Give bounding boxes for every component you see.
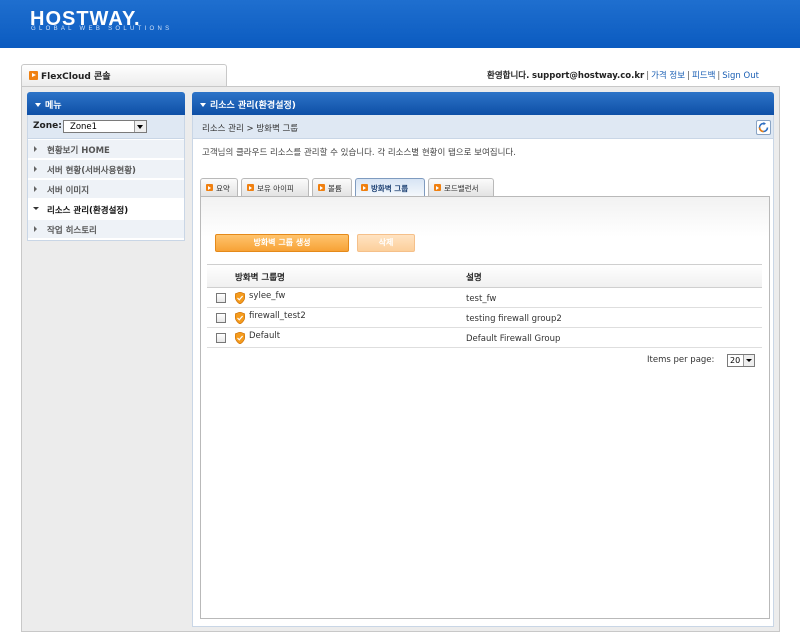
- row-checkbox[interactable]: [216, 313, 226, 323]
- tab-label: 방화벽 그룹: [371, 184, 409, 193]
- collapse-arrow-icon: [35, 103, 41, 107]
- zone-select-value: Zone1: [70, 122, 98, 132]
- feedback-link[interactable]: 피드백: [692, 71, 715, 81]
- arrow-down-icon: [33, 207, 39, 210]
- table-row[interactable]: sylee_fw test_fw: [207, 288, 762, 308]
- zone-label: Zone:: [33, 121, 62, 131]
- welcome-text: 환영합니다.: [487, 71, 530, 81]
- tab-content: 방화벽 그룹 생성 삭제 방화벽 그룹명 설명 sylee_fw test_fw…: [200, 196, 770, 619]
- firewall-group-description: test_fw: [466, 294, 497, 304]
- firewall-shield-icon: [235, 332, 245, 344]
- firewall-group-description: Default Firewall Group: [466, 334, 561, 344]
- refresh-icon: [758, 122, 769, 133]
- main-panel: 리소스 관리 > 방화벽 그룹 고객님의 클라우드 리소스를 관리할 수 있습니…: [192, 115, 774, 627]
- main-panel-title: 리소스 관리(환경설정): [210, 101, 296, 111]
- logo-tagline: GLOBAL WEB SOLUTIONS: [31, 26, 173, 32]
- arrow-right-icon: [34, 186, 37, 192]
- row-checkbox[interactable]: [216, 333, 226, 343]
- firewall-group-name: firewall_test2: [249, 311, 306, 321]
- tab-summary[interactable]: 요약: [200, 178, 238, 196]
- sidebar-item-label: 작업 히스토리: [47, 226, 97, 236]
- breadcrumb-text: 리소스 관리 > 방화벽 그룹: [202, 124, 299, 134]
- table-header: 방화벽 그룹명 설명: [207, 264, 762, 288]
- sidebar-item-server-status[interactable]: 서버 현황(서버사용현황): [28, 160, 184, 179]
- arrow-bullet-icon: [361, 184, 368, 191]
- dropdown-arrow-icon[interactable]: [134, 121, 146, 132]
- sidebar-title: 메뉴: [45, 101, 62, 111]
- firewall-shield-icon: [235, 312, 245, 324]
- tab-label: 볼륨: [328, 184, 342, 193]
- sidebar-item-server-image[interactable]: 서버 이미지: [28, 180, 184, 199]
- delete-button[interactable]: 삭제: [357, 234, 415, 252]
- top-header: HOSTWAY. GLOBAL WEB SOLUTIONS: [0, 0, 800, 48]
- sidebar-item-label: 리소스 관리(환경설정): [47, 206, 129, 216]
- sidebar-menu: Zone: Zone1 현황보기 HOME 서버 현황(서버사용현황) 서버 이…: [27, 115, 185, 241]
- firewall-shield-icon: [235, 292, 245, 304]
- tab-owned-ip[interactable]: 보유 아이피: [241, 178, 309, 196]
- sidebar-item-job-history[interactable]: 작업 히스토리: [28, 220, 184, 239]
- firewall-group-name: sylee_fw: [249, 291, 286, 301]
- zone-row: Zone: Zone1: [28, 115, 184, 139]
- breadcrumb: 리소스 관리 > 방화벽 그룹: [193, 115, 773, 139]
- tab-label: 보유 아이피: [257, 184, 294, 193]
- tab-load-balancer[interactable]: 로드밸런서: [428, 178, 494, 196]
- items-per-page-label: Items per page:: [647, 355, 715, 365]
- sidebar-item-resource-management[interactable]: 리소스 관리(환경설정): [28, 200, 184, 219]
- column-header-description[interactable]: 설명: [466, 271, 482, 283]
- items-per-page-select[interactable]: 20: [727, 354, 755, 367]
- tab-firewall-group[interactable]: 방화벽 그룹: [355, 178, 425, 196]
- app-tab-label: FlexCloud 콘솔: [41, 72, 111, 82]
- arrow-bullet-icon: [29, 71, 38, 80]
- arrow-bullet-icon: [247, 184, 254, 191]
- firewall-group-name: Default: [249, 331, 281, 341]
- user-email: support@hostway.co.kr: [532, 71, 645, 81]
- sidebar-item-label: 서버 이미지: [47, 186, 90, 196]
- firewall-group-description: testing firewall group2: [466, 314, 562, 324]
- table-row[interactable]: Default Default Firewall Group: [207, 328, 762, 348]
- arrow-right-icon: [34, 146, 37, 152]
- app-tab-flexcloud[interactable]: FlexCloud 콘솔: [21, 64, 227, 86]
- zone-select[interactable]: Zone1: [63, 120, 147, 133]
- dropdown-arrow-icon[interactable]: [743, 355, 754, 366]
- main-panel-header: 리소스 관리(환경설정): [192, 92, 774, 115]
- row-checkbox[interactable]: [216, 293, 226, 303]
- items-per-page-value: 20: [730, 356, 741, 365]
- arrow-bullet-icon: [206, 184, 213, 191]
- sign-out-link[interactable]: Sign Out: [722, 71, 759, 81]
- tab-volume[interactable]: 볼륨: [312, 178, 352, 196]
- table-row[interactable]: firewall_test2 testing firewall group2: [207, 308, 762, 328]
- user-bar: 환영합니다. support@hostway.co.kr | 가격 정보 | 피드백 | S…: [487, 71, 759, 81]
- tab-label: 로드밸런서: [444, 184, 479, 193]
- refresh-button[interactable]: [756, 120, 771, 135]
- page-description: 고객님의 클라우드 리소스를 관리할 수 있습니다. 각 리소스별 현황이 탭으…: [202, 148, 516, 158]
- sidebar-item-label: 서버 현황(서버사용현황): [47, 166, 136, 176]
- column-header-name[interactable]: 방화벽 그룹명: [235, 271, 285, 283]
- arrow-bullet-icon: [318, 184, 325, 191]
- arrow-bullet-icon: [434, 184, 441, 191]
- collapse-arrow-icon: [200, 103, 206, 107]
- sidebar-item-home[interactable]: 현황보기 HOME: [28, 140, 184, 159]
- firewall-group-table: 방화벽 그룹명 설명 sylee_fw test_fw firewall_tes…: [207, 264, 762, 348]
- sidebar-item-label: 현황보기 HOME: [47, 146, 110, 156]
- sidebar-header: 메뉴: [27, 92, 185, 115]
- price-info-link[interactable]: 가격 정보: [651, 71, 685, 81]
- arrow-right-icon: [34, 166, 37, 172]
- create-firewall-group-button[interactable]: 방화벽 그룹 생성: [215, 234, 349, 252]
- arrow-right-icon: [34, 226, 37, 232]
- tab-label: 요약: [216, 184, 230, 193]
